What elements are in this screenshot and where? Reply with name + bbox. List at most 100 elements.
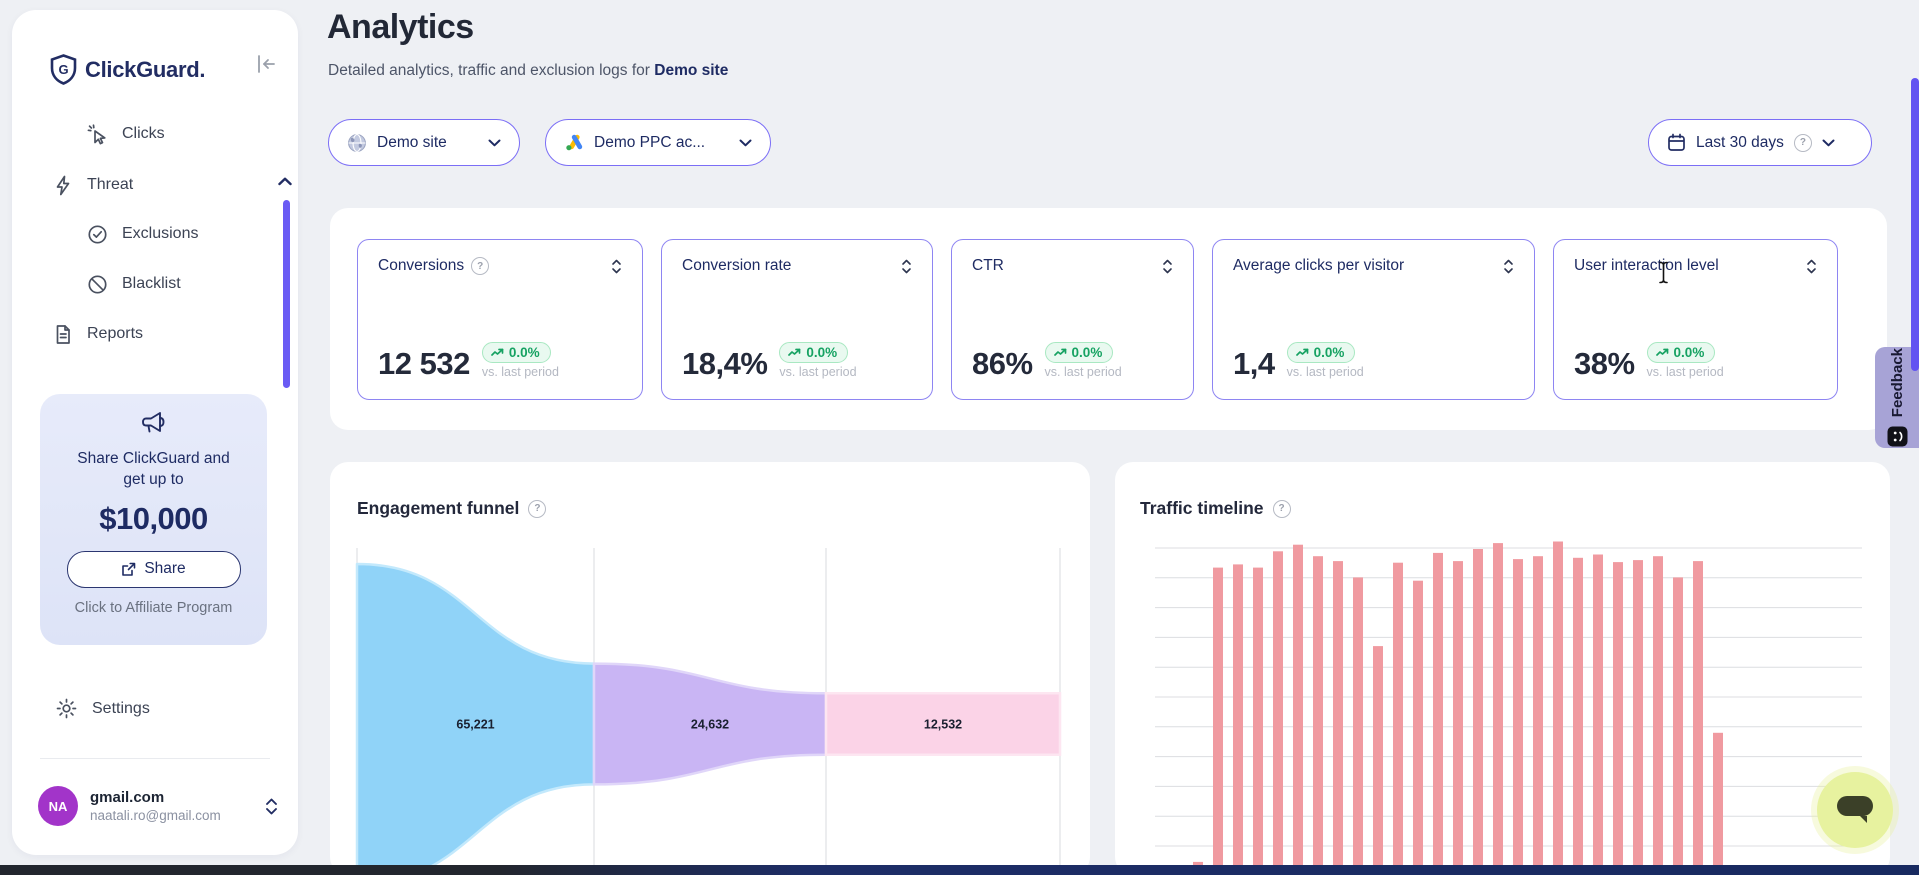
stat-card-interaction-level: User interaction level 38% 0.0% vs. last… (1553, 239, 1838, 400)
svg-text:24,632: 24,632 (691, 718, 729, 732)
sidebar-item-threat[interactable]: Threat (53, 167, 257, 203)
sort-icon[interactable] (901, 259, 912, 274)
change-badge: 0.0% (1287, 342, 1356, 363)
account-switcher[interactable]: NA gmail.com naatali.ro@gmail.com (38, 786, 278, 826)
globe-icon (347, 133, 367, 153)
help-icon[interactable]: ? (471, 257, 489, 275)
bottom-edge-bar (0, 865, 1919, 875)
logo-text: ClickGuard. (85, 57, 205, 83)
text-cursor (1657, 261, 1670, 284)
sidebar-item-reports[interactable]: Reports (53, 316, 143, 352)
badge-check-icon (87, 224, 108, 245)
lightning-icon (53, 175, 73, 196)
svg-text:G: G (58, 62, 68, 77)
ban-icon (87, 274, 108, 295)
sidebar-item-label: Settings (92, 700, 150, 718)
gear-icon (56, 698, 77, 719)
stat-value: 1,4 (1233, 348, 1275, 379)
sidebar-scrollbar-thumb[interactable] (283, 200, 290, 388)
promo-text: Share ClickGuard and get up to (40, 448, 267, 491)
funnel-title: Engagement funnel (357, 498, 519, 519)
stat-card-conversion-rate: Conversion rate 18,4% 0.0% vs. last peri… (661, 239, 933, 400)
stat-caption: vs. last period (1045, 365, 1122, 379)
sort-icon[interactable] (611, 259, 622, 274)
stat-caption: vs. last period (482, 365, 559, 379)
change-badge: 0.0% (482, 342, 551, 363)
page-scrollbar-thumb[interactable] (1911, 78, 1919, 371)
date-range-dropdown[interactable]: Last 30 days ? (1648, 119, 1872, 166)
stat-card-avg-clicks: Average clicks per visitor 1,4 0.0% vs. … (1212, 239, 1535, 400)
chevron-up-icon[interactable] (278, 177, 292, 186)
help-icon[interactable]: ? (1273, 500, 1291, 518)
stat-label: Conversions (378, 257, 464, 275)
google-ads-icon (564, 133, 584, 152)
stat-card-ctr: CTR 86% 0.0% vs. last period (951, 239, 1194, 400)
stat-value: 86% (972, 348, 1033, 379)
sort-icon[interactable] (1503, 259, 1514, 274)
sidebar-item-exclusions[interactable]: Exclusions (87, 216, 198, 252)
clickguard-shield-icon: G (50, 54, 77, 85)
timeline-title: Traffic timeline (1140, 498, 1264, 519)
chat-launcher-button[interactable] (1817, 772, 1893, 848)
chevron-down-icon (1822, 139, 1835, 147)
help-icon[interactable]: ? (528, 500, 546, 518)
page-subtitle: Detailed analytics, traffic and exclusio… (328, 62, 728, 80)
sidebar-item-clicks[interactable]: Clicks (87, 116, 165, 152)
feedback-smiley-icon (1887, 426, 1908, 447)
stat-label: Conversion rate (682, 257, 791, 275)
account-email: naatali.ro@gmail.com (90, 808, 221, 823)
divider (40, 758, 270, 759)
ppc-account-dropdown[interactable]: Demo PPC ac... (545, 119, 771, 166)
chat-bubble-icon (1834, 793, 1876, 827)
feedback-label: Feedback (1889, 348, 1906, 417)
sort-icon[interactable] (1806, 259, 1817, 274)
sidebar-item-label: Clicks (122, 125, 165, 143)
site-selector-dropdown[interactable]: Demo site (328, 119, 520, 166)
stat-caption: vs. last period (1647, 365, 1724, 379)
stat-card-conversions: Conversions ? 12 532 0.0% vs. last perio… (357, 239, 643, 400)
stat-value: 18,4% (682, 348, 767, 379)
date-range-value: Last 30 days (1696, 134, 1784, 152)
sidebar-collapse-icon[interactable] (254, 52, 280, 78)
avatar: NA (38, 786, 78, 826)
help-icon[interactable]: ? (1794, 134, 1812, 152)
change-badge: 0.0% (1647, 342, 1716, 363)
stat-label: User interaction level (1574, 257, 1719, 275)
sidebar-item-label: Reports (87, 325, 143, 343)
stats-panel: Conversions ? 12 532 0.0% vs. last perio… (330, 208, 1887, 430)
stat-value: 12 532 (378, 348, 470, 379)
stat-caption: vs. last period (1287, 365, 1364, 379)
stat-caption: vs. last period (779, 365, 856, 379)
sort-icon[interactable] (1162, 259, 1173, 274)
chevron-updown-icon (265, 797, 278, 816)
share-button-label: Share (144, 560, 185, 578)
stat-label: Average clicks per visitor (1233, 257, 1404, 275)
traffic-timeline-card: Traffic timeline ? (1115, 462, 1890, 875)
sidebar-item-settings[interactable]: Settings (56, 698, 150, 719)
calendar-icon (1667, 133, 1686, 152)
share-icon (121, 562, 136, 577)
svg-text:65,221: 65,221 (456, 718, 494, 732)
affiliate-link[interactable]: Click to Affiliate Program (40, 600, 267, 616)
page-title: Analytics (327, 8, 474, 47)
engagement-funnel-chart[interactable]: 65,22124,63212,532 (330, 548, 1090, 875)
promo-amount: $10,000 (40, 501, 267, 537)
megaphone-icon (40, 394, 267, 438)
sidebar-item-blacklist[interactable]: Blacklist (87, 266, 181, 302)
stat-value: 38% (1574, 348, 1635, 379)
sidebar-item-label: Exclusions (122, 225, 198, 243)
site-selector-value: Demo site (377, 134, 447, 152)
sidebar-item-label: Threat (87, 176, 133, 194)
engagement-funnel-card: Engagement funnel ? 65,22124,63212,532 (330, 462, 1090, 875)
chevron-down-icon (739, 139, 752, 147)
logo[interactable]: G ClickGuard. (50, 54, 205, 85)
subtitle-site-name: Demo site (654, 62, 728, 79)
share-button[interactable]: Share (67, 551, 241, 588)
sidebar: G ClickGuard. Clicks Threat Exclusions B… (12, 10, 298, 855)
traffic-timeline-chart[interactable] (1115, 532, 1890, 875)
cursor-click-icon (87, 124, 108, 145)
document-icon (53, 324, 73, 345)
sidebar-item-label: Blacklist (122, 275, 181, 293)
affiliate-promo-card[interactable]: Share ClickGuard and get up to $10,000 S… (40, 394, 267, 645)
stat-label: CTR (972, 257, 1004, 275)
